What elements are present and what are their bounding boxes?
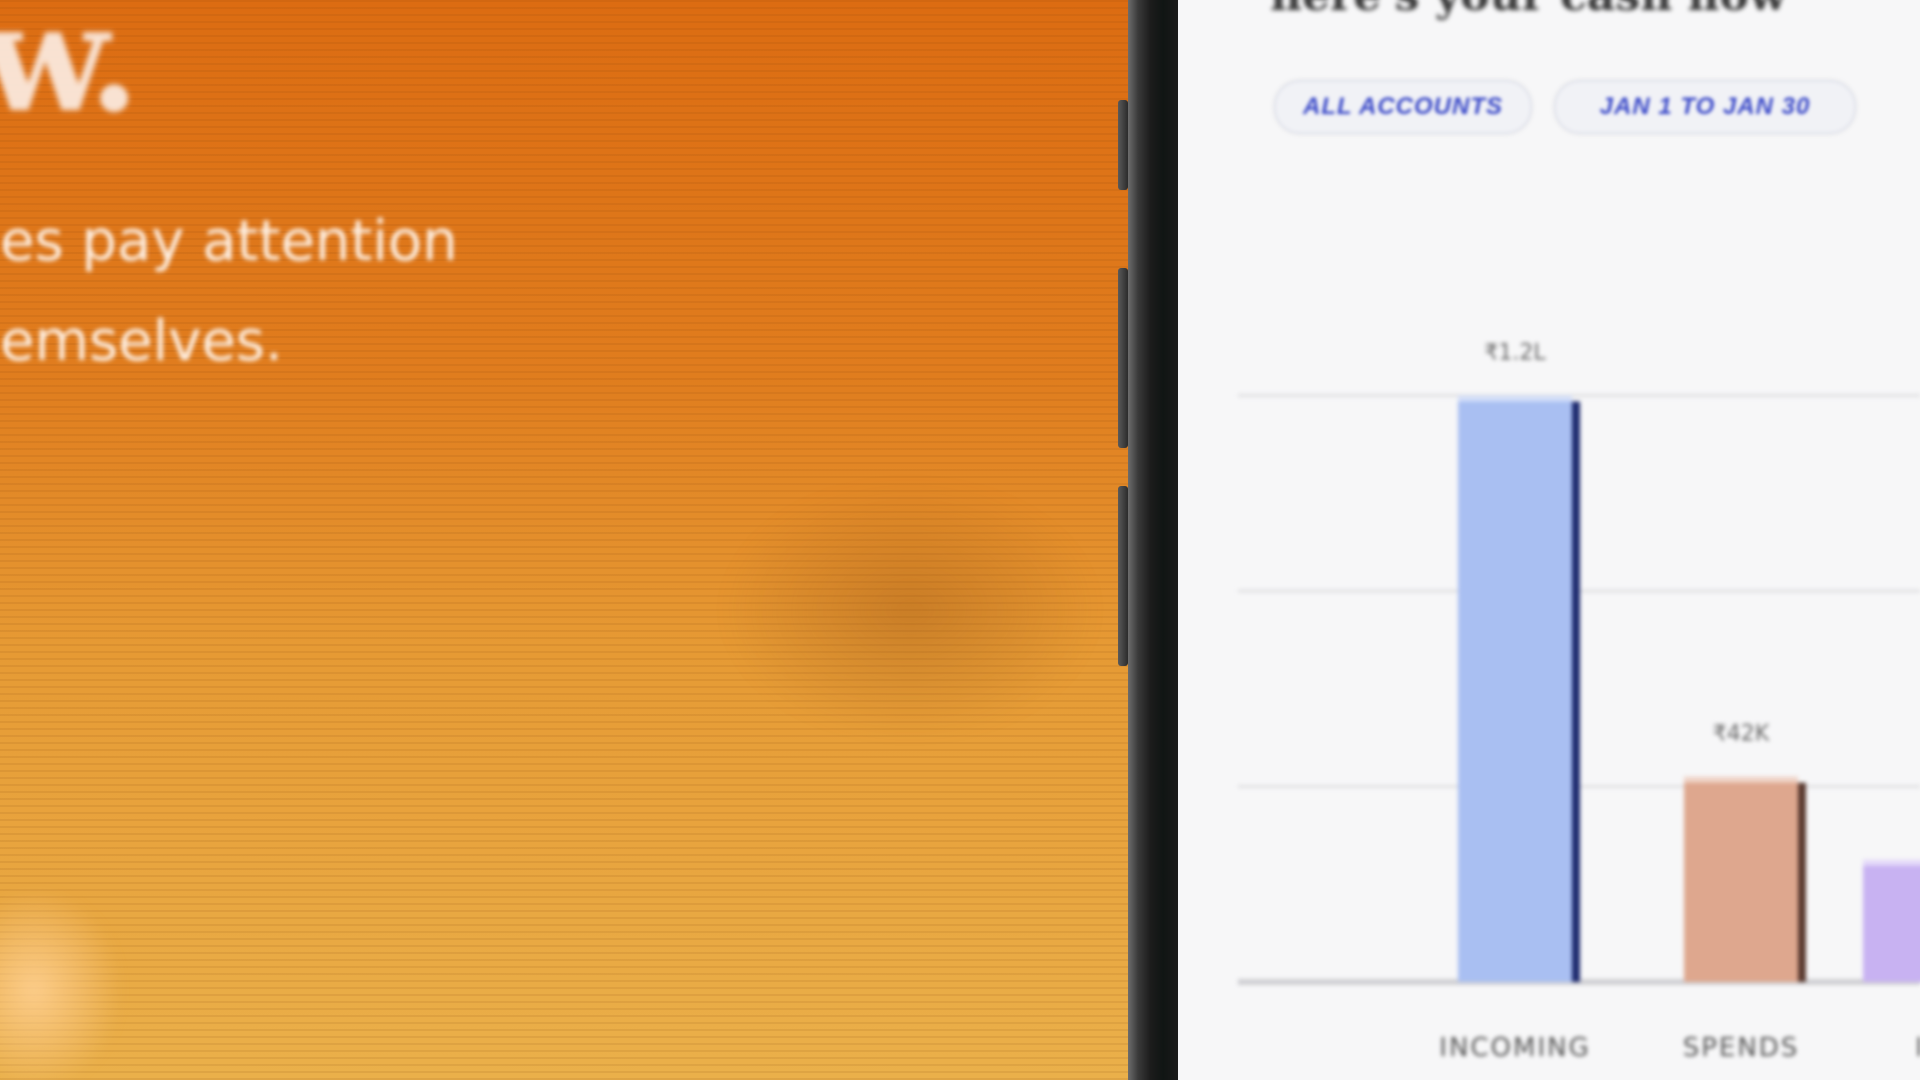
phone-frame (1128, 0, 1178, 1080)
tagline-line-2: emselves. (0, 309, 283, 374)
promo-panel: w. es pay attention emselves. (0, 0, 1128, 1080)
bar-top-i (1863, 859, 1920, 866)
background-shape (720, 480, 1100, 740)
bar-incoming (1458, 395, 1572, 982)
phone-side-button (1118, 100, 1128, 190)
bar-value-label: ₹42K (1713, 722, 1770, 747)
phone-volume-down-button (1118, 486, 1128, 666)
bar-value-label: ₹1.2L (1484, 341, 1546, 366)
bar-spends (1684, 776, 1798, 982)
bar-top-incoming (1458, 395, 1572, 402)
bar-i (1863, 859, 1920, 982)
phone-volume-up-button (1118, 268, 1128, 448)
decorative-blob (0, 880, 130, 1080)
promo-tagline: es pay attention emselves. (0, 192, 700, 392)
brand-logo: w. (0, 0, 140, 146)
phone-screen: here's your cash flow ALL ACCOUNTS JAN 1… (1178, 0, 1920, 1080)
x-axis-label: I (1915, 1033, 1920, 1063)
tagline-line-1: es pay attention (0, 209, 458, 274)
x-axis-label: INCOMING (1439, 1033, 1590, 1063)
x-axis-label: SPENDS (1683, 1033, 1800, 1063)
cash-flow-chart: ₹1.2L INCOMING ₹42K SPENDS I (1238, 341, 1920, 1063)
bar-top-spends (1684, 776, 1798, 783)
